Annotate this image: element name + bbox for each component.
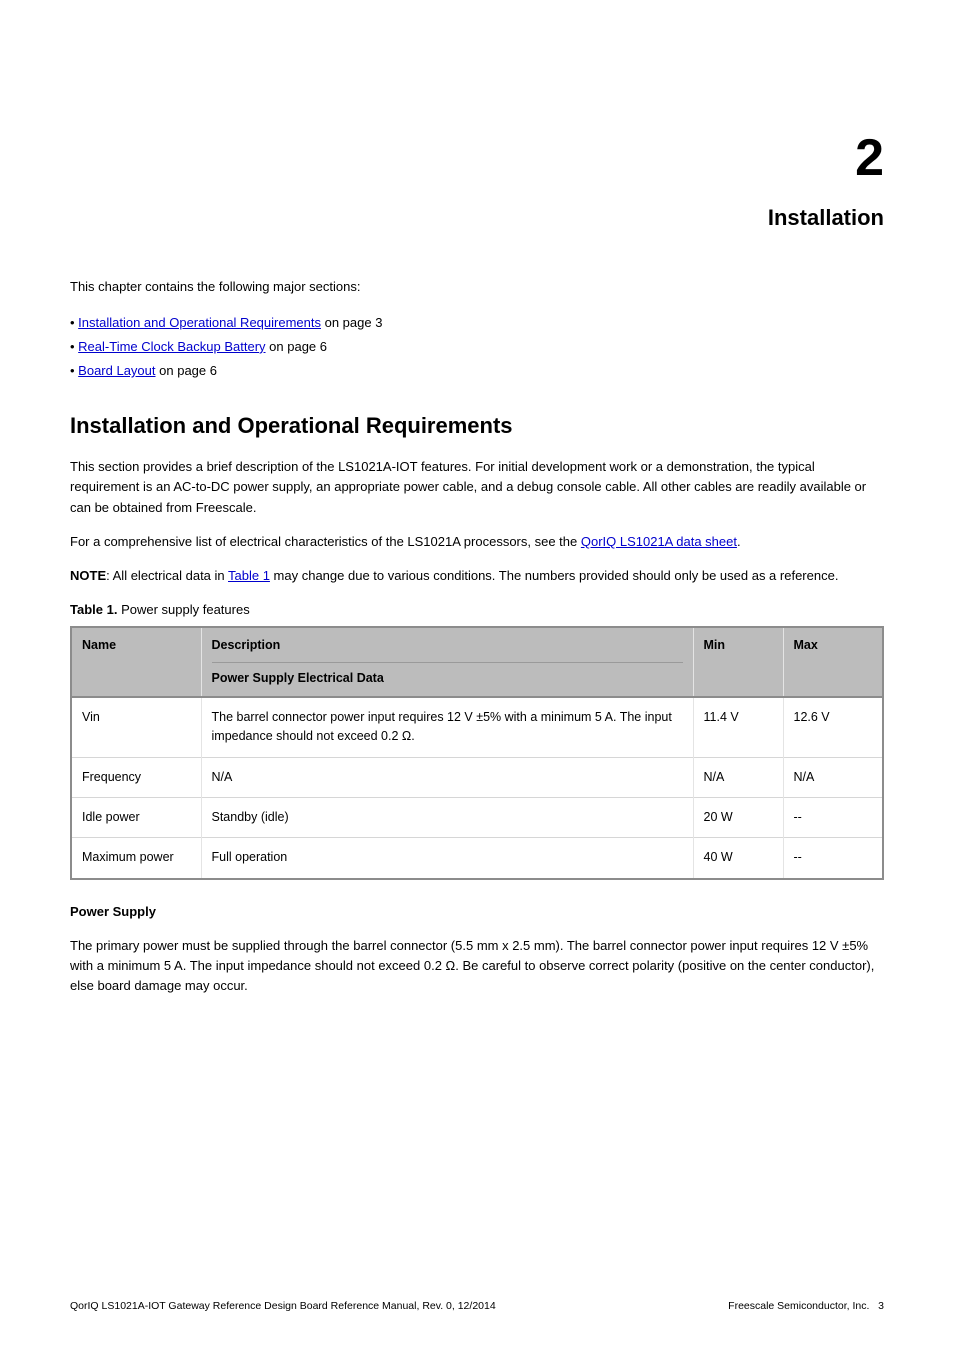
text: All electrical data in — [113, 568, 228, 583]
cell: Idle power — [71, 798, 201, 838]
th-name: Name — [71, 627, 201, 697]
table-caption: Table 1. Power supply features — [70, 600, 884, 620]
cell: -- — [783, 838, 883, 879]
note-label: NOTE — [70, 568, 106, 583]
cell: N/A — [201, 757, 693, 797]
paragraph: For a comprehensive list of electrical c… — [70, 532, 884, 552]
paragraph: This section provides a brief descriptio… — [70, 457, 884, 517]
table-row: Frequency N/A N/A N/A — [71, 757, 883, 797]
cell: 12.6 V — [783, 697, 883, 757]
toc-page: on page 3 — [325, 315, 383, 330]
th-nested: Power Supply Electrical Data — [212, 662, 683, 688]
subsection-heading: Power Supply — [70, 902, 884, 922]
table-number: Table 1. — [70, 602, 117, 617]
table-title: Power supply features — [121, 602, 250, 617]
footer-company: Freescale Semiconductor, Inc. — [728, 1300, 869, 1312]
text: For a comprehensive list of electrical c… — [70, 534, 581, 549]
table-row: Idle power Standby (idle) 20 W -- — [71, 798, 883, 838]
text: may change due to various conditions. Th… — [270, 568, 839, 583]
intro-text: This chapter contains the following majo… — [70, 277, 884, 297]
paragraph: The primary power must be supplied throu… — [70, 936, 884, 996]
toc-page: on page 6 — [269, 339, 327, 354]
toc-page: on page 6 — [159, 363, 217, 378]
toc-item: • Real-Time Clock Backup Battery on page… — [70, 337, 884, 357]
chapter-title: Installation — [70, 201, 884, 235]
datasheet-link[interactable]: QorIQ LS1021A data sheet — [581, 534, 737, 549]
cell: The barrel connector power input require… — [201, 697, 693, 757]
cell: Full operation — [201, 838, 693, 879]
cell: 11.4 V — [693, 697, 783, 757]
note-paragraph: NOTE: All electrical data in Table 1 may… — [70, 566, 884, 586]
toc-link-1[interactable]: Installation and Operational Requirement… — [78, 315, 321, 330]
subsection-title: Power Supply — [70, 904, 156, 919]
toc-item: • Board Layout on page 6 — [70, 361, 884, 381]
power-supply-table: Name Description Power Supply Electrical… — [70, 626, 884, 880]
cell: 20 W — [693, 798, 783, 838]
cell: Maximum power — [71, 838, 201, 879]
table-row: Vin The barrel connector power input req… — [71, 697, 883, 757]
toc-item: • Installation and Operational Requireme… — [70, 313, 884, 333]
cell: 40 W — [693, 838, 783, 879]
chapter-number: 2 — [70, 118, 884, 199]
toc: • Installation and Operational Requireme… — [70, 313, 884, 381]
cell: -- — [783, 798, 883, 838]
th-max: Max — [783, 627, 883, 697]
cell: Vin — [71, 697, 201, 757]
toc-link-3[interactable]: Board Layout — [78, 363, 155, 378]
cell: Standby (idle) — [201, 798, 693, 838]
page-footer: QorIQ LS1021A-IOT Gateway Reference Desi… — [70, 1298, 884, 1314]
table-row: Maximum power Full operation 40 W -- — [71, 838, 883, 879]
th-desc-label: Description — [212, 636, 683, 655]
toc-link-2[interactable]: Real-Time Clock Backup Battery — [78, 339, 265, 354]
cell: N/A — [783, 757, 883, 797]
table-link[interactable]: Table 1 — [228, 568, 270, 583]
cell: N/A — [693, 757, 783, 797]
th-description: Description Power Supply Electrical Data — [201, 627, 693, 697]
footer-right: Freescale Semiconductor, Inc. 3 — [728, 1298, 884, 1314]
page-number: 3 — [878, 1300, 884, 1312]
cell: Frequency — [71, 757, 201, 797]
text: . — [737, 534, 741, 549]
section-heading: Installation and Operational Requirement… — [70, 409, 884, 443]
footer-left: QorIQ LS1021A-IOT Gateway Reference Desi… — [70, 1298, 496, 1314]
th-min: Min — [693, 627, 783, 697]
